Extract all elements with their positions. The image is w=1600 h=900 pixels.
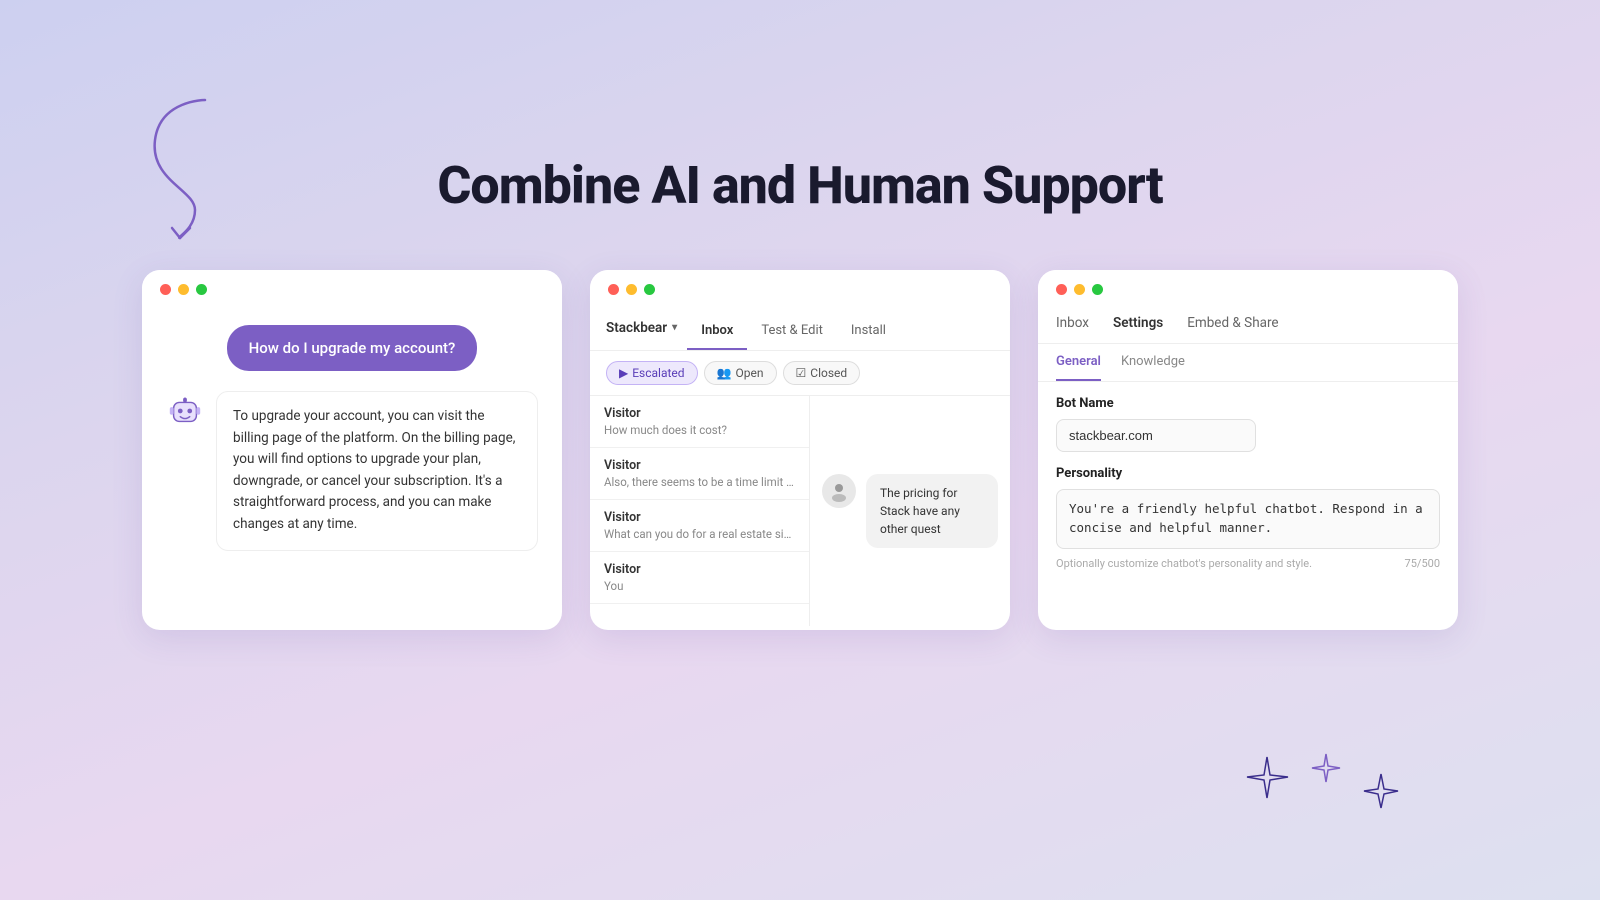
message-preview: How much does it cost? [604, 423, 795, 437]
filter-open[interactable]: 👥 Open [704, 361, 777, 385]
chat-panel-bubble: The pricing for Stack have any other que… [866, 474, 998, 548]
message-item[interactable]: Visitor What can you do for a real estat… [590, 500, 809, 552]
bot-response-row: To upgrade your account, you can visit t… [166, 391, 538, 551]
closed-label: Closed [810, 366, 847, 380]
settings-subtabs-bar: General Knowledge [1038, 344, 1458, 382]
sparkle-decorations [1245, 752, 1400, 820]
chat-card-body: How do I upgrade my account? To upgrade … [142, 305, 562, 579]
tab-inbox[interactable]: Inbox [687, 315, 747, 350]
inbox-card: Stackbear ▾ Inbox Test & Edit Install ▶ … [590, 270, 1010, 630]
bot-name-input[interactable] [1056, 419, 1256, 452]
inbox-card-body: Stackbear ▾ Inbox Test & Edit Install ▶ … [590, 305, 1010, 626]
message-sender: Visitor [604, 458, 795, 473]
personality-textarea[interactable] [1056, 489, 1440, 549]
settings-card: Inbox Settings Embed & Share General Kno… [1038, 270, 1458, 630]
settings-tab-settings[interactable]: Settings [1113, 315, 1163, 343]
message-preview: You [604, 579, 795, 593]
open-icon: 👥 [717, 366, 732, 380]
personality-hint: Optionally customize chatbot's personali… [1056, 557, 1312, 570]
settings-tab-embed-share[interactable]: Embed & Share [1187, 315, 1278, 343]
open-label: Open [736, 366, 764, 380]
message-list: Visitor How much does it cost? Visitor A… [590, 396, 810, 626]
page-headline: Combine AI and Human Support [0, 155, 1600, 216]
traffic-light-green [644, 284, 655, 295]
traffic-light-yellow [1074, 284, 1085, 295]
message-item[interactable]: Visitor Also, there seems to be a time l… [590, 448, 809, 500]
settings-form: Bot Name Personality Optionally customiz… [1038, 382, 1458, 586]
brand-dropdown-arrow: ▾ [672, 322, 677, 333]
inbox-tabs-bar: Stackbear ▾ Inbox Test & Edit Install [590, 305, 1010, 351]
user-chat-bubble: How do I upgrade my account? [227, 325, 478, 371]
bot-name-label: Bot Name [1056, 396, 1440, 411]
inbox-filters-bar: ▶ Escalated 👥 Open ☑ Closed [590, 351, 1010, 396]
traffic-light-yellow [626, 284, 637, 295]
message-sender: Visitor [604, 562, 795, 577]
traffic-light-yellow [178, 284, 189, 295]
cards-container: How do I upgrade my account? To upgrade … [0, 270, 1600, 630]
card1-header [142, 270, 562, 305]
closed-icon: ☑ [796, 366, 807, 380]
escalated-icon: ▶ [619, 366, 628, 380]
message-sender: Visitor [604, 510, 795, 525]
chat-card: How do I upgrade my account? To upgrade … [142, 270, 562, 630]
traffic-light-red [160, 284, 171, 295]
message-item[interactable]: Visitor How much does it cost? [590, 396, 809, 448]
personality-count: 75/500 [1405, 557, 1440, 570]
traffic-light-red [1056, 284, 1067, 295]
traffic-light-red [608, 284, 619, 295]
inbox-brand[interactable]: Stackbear ▾ [606, 320, 677, 346]
personality-label: Personality [1056, 466, 1440, 481]
traffic-light-green [1092, 284, 1103, 295]
message-preview: What can you do for a real estate site? [604, 527, 795, 541]
tab-install[interactable]: Install [837, 315, 900, 350]
bot-avatar [166, 391, 204, 429]
chat-detail-panel: The pricing for Stack have any other que… [810, 396, 1010, 626]
brand-name: Stackbear [606, 320, 667, 336]
bot-response-text: To upgrade your account, you can visit t… [216, 391, 538, 551]
card3-header [1038, 270, 1458, 305]
message-sender: Visitor [604, 406, 795, 421]
settings-tab-inbox[interactable]: Inbox [1056, 315, 1089, 343]
filter-closed[interactable]: ☑ Closed [783, 361, 861, 385]
message-preview: Also, there seems to be a time limit on … [604, 475, 795, 489]
settings-subtab-knowledge[interactable]: Knowledge [1121, 354, 1185, 381]
escalated-label: Escalated [632, 366, 684, 380]
settings-subtab-general[interactable]: General [1056, 354, 1101, 381]
tab-test-edit[interactable]: Test & Edit [747, 315, 837, 350]
settings-card-body: Inbox Settings Embed & Share General Kno… [1038, 305, 1458, 586]
settings-tabs-bar: Inbox Settings Embed & Share [1038, 305, 1458, 344]
traffic-light-green [196, 284, 207, 295]
message-item[interactable]: Visitor You [590, 552, 809, 604]
agent-avatar [822, 474, 856, 508]
chat-panel-message: The pricing for Stack have any other que… [822, 474, 998, 548]
card2-header [590, 270, 1010, 305]
form-hint-row: Optionally customize chatbot's personali… [1056, 557, 1440, 570]
filter-escalated[interactable]: ▶ Escalated [606, 361, 698, 385]
inbox-messages-panel: Visitor How much does it cost? Visitor A… [590, 396, 1010, 626]
